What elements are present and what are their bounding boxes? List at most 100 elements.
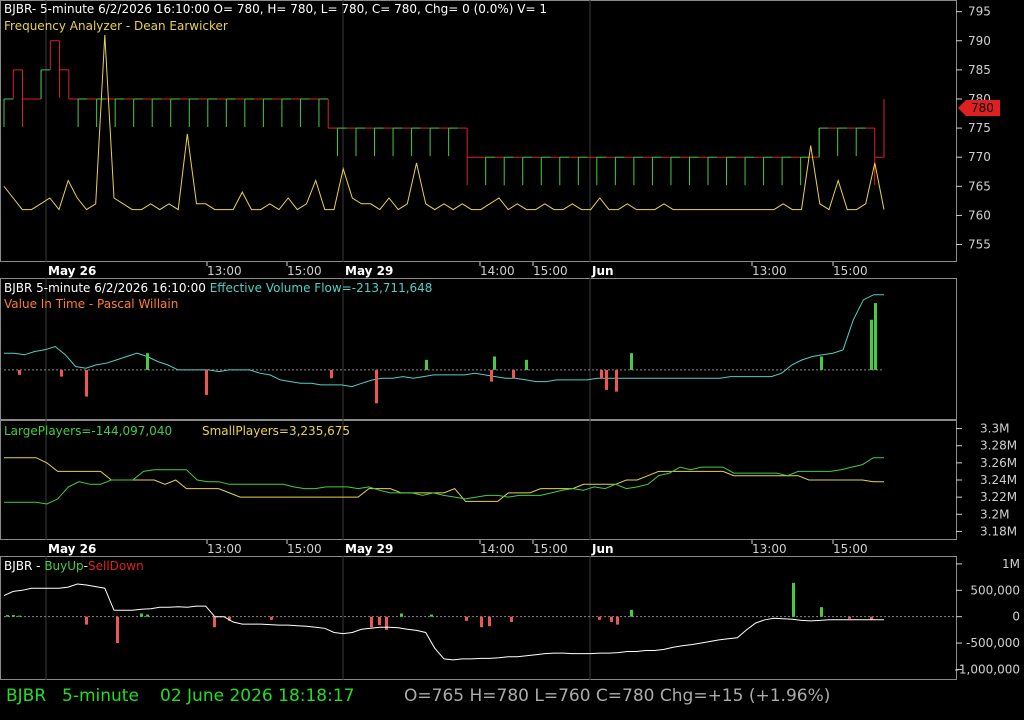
value-in-time-label: Value In Time - Pascal Willain: [4, 297, 178, 311]
buysell-bar: [18, 615, 21, 617]
flow-bar: [490, 369, 493, 382]
selldown-label: SellDown: [88, 559, 144, 573]
x-axis-band: [0, 262, 956, 278]
flow-bar: [425, 359, 428, 370]
x-date-label: May 26: [48, 542, 96, 556]
x-time-label: 15:00: [533, 264, 568, 278]
buysell-bar: [792, 582, 795, 617]
flow-bar: [375, 369, 378, 404]
buysell-bar: [270, 616, 273, 620]
x-date-label: Jun: [591, 264, 614, 278]
buysell-panel-header: BJBR - BuyUp-SellDown: [4, 559, 144, 573]
price-tick-label: 755: [968, 238, 991, 252]
x-time-label: 15:00: [287, 264, 322, 278]
status-ohlc: O=765 H=780 L=760 C=780 Chg=+15 (+1.96%): [404, 686, 831, 706]
buysell-bar: [598, 616, 601, 620]
status-bar: BJBR 5-minute 02 June 2026 18:18:17 O=76…: [0, 680, 1024, 720]
players-tick-label: 3.24M: [980, 473, 1017, 487]
flow-panel-header: BJBR 5-minute 6/2/2026 16:10:00 Effectiv…: [4, 281, 432, 295]
buysell-bar: [385, 616, 388, 630]
status-symbol: BJBR: [6, 686, 47, 706]
buysell-bar: [213, 616, 216, 628]
buysell-bar: [378, 616, 381, 626]
price-tick-label: 795: [968, 5, 991, 19]
x-date-label: Jun: [591, 542, 614, 556]
x-date-label: May 29: [345, 264, 393, 278]
price-tick-label: 760: [968, 208, 991, 222]
buysell-tick-label: 500,000: [970, 583, 1020, 597]
players-tick-label: 3.26M: [980, 456, 1017, 470]
x-time-label: 13:00: [207, 542, 242, 556]
buysell-bar: [6, 615, 9, 617]
buyup-label: BuyUp: [44, 559, 83, 573]
flow-bar: [525, 359, 528, 370]
x-time-label: 13:00: [207, 264, 242, 278]
buysell-tick-label: 1M: [1002, 557, 1020, 571]
players-tick-label: 3.3M: [980, 422, 1009, 436]
buysell-bar: [370, 616, 373, 628]
small-players-label: SmallPlayers=3,235,675: [202, 424, 350, 438]
flow-bar: [605, 369, 608, 390]
flow-bar: [146, 353, 149, 370]
status-interval: 5-minute: [62, 686, 139, 706]
x-time-label: 13:00: [752, 264, 787, 278]
last-price-label: 780: [971, 101, 994, 115]
flow-bar: [205, 369, 208, 395]
flow-bar: [18, 369, 21, 375]
buysell-tick-label: -500,000: [966, 636, 1020, 650]
players-tick-label: 3.28M: [980, 439, 1017, 453]
buysell-bar: [480, 616, 483, 628]
x-time-label: 15:00: [833, 264, 868, 278]
buysell-bar: [510, 616, 513, 622]
x-time-label: 14:00: [480, 264, 515, 278]
x-time-label: 15:00: [533, 542, 568, 556]
players-tick-label: 3.2M: [980, 507, 1009, 521]
chart-canvas: 795 790 785 780 775 770 765 760 755 BJBR- 5-minu…: [0, 0, 1024, 720]
price-tick-label: 785: [968, 63, 991, 77]
flow-bar: [330, 369, 333, 379]
flow-bar: [820, 356, 823, 370]
x-time-label: 15:00: [287, 542, 322, 556]
x-axis-band: [0, 540, 956, 556]
buysell-bar: [116, 616, 119, 644]
flow-bar: [600, 369, 603, 379]
buysell-bar: [430, 614, 433, 617]
buysell-bar: [400, 613, 403, 617]
buysell-bar: [140, 613, 143, 617]
players-tick-label: 3.22M: [980, 490, 1017, 504]
buysell-bar: [848, 616, 851, 619]
x-date-label: May 26: [48, 264, 96, 278]
x-time-label: 14:00: [480, 542, 515, 556]
x-time-label: 13:00: [752, 542, 787, 556]
price-tick-label: 790: [968, 34, 991, 48]
last-price-marker: 780: [958, 100, 1000, 116]
price-panel-header: BJBR- 5-minute 6/2/2026 16:10:00 O= 780,…: [4, 2, 547, 16]
price-tick-label: 765: [968, 179, 991, 193]
buysell-bar: [12, 615, 15, 617]
large-players-label: LargePlayers=-144,097,040: [4, 424, 172, 438]
x-axis-middle: May 26 May 29 Jun 13:00 15:00 14:00 15:00 13:00…: [0, 540, 956, 556]
flow-bar: [870, 319, 873, 370]
buysell-bar: [85, 616, 88, 625]
buysell-bar: [630, 609, 633, 617]
flow-bar: [85, 369, 88, 397]
flow-bar: [512, 369, 515, 379]
buysell-tick-label: -1,000,000: [955, 662, 1020, 676]
status-datetime: 02 June 2026 18:18:17: [160, 686, 355, 706]
flow-header-value: Effective Volume Flow=-213,711,648: [210, 281, 433, 295]
players-tick-label: 3.18M: [980, 524, 1017, 538]
x-time-label: 15:00: [833, 542, 868, 556]
buysell-bar: [465, 616, 468, 621]
flow-bar: [874, 303, 877, 370]
x-axis-top: May 26 May 29 Jun 13:00 15:00 14:00 15:00 13:00…: [0, 262, 956, 278]
buysell-bar: [488, 616, 491, 627]
buysell-bar: [610, 616, 613, 622]
flow-bar: [60, 369, 63, 377]
price-tick-label: 770: [968, 150, 991, 164]
buysell-bar: [820, 607, 823, 617]
buysell-bar: [616, 616, 619, 625]
flow-header-prefix: BJBR 5-minute 6/2/2026 16:10:00: [4, 281, 210, 295]
flow-bar: [493, 356, 496, 370]
price-tick-label: 775: [968, 121, 991, 135]
buysell-tick-label: 0: [1012, 610, 1020, 624]
